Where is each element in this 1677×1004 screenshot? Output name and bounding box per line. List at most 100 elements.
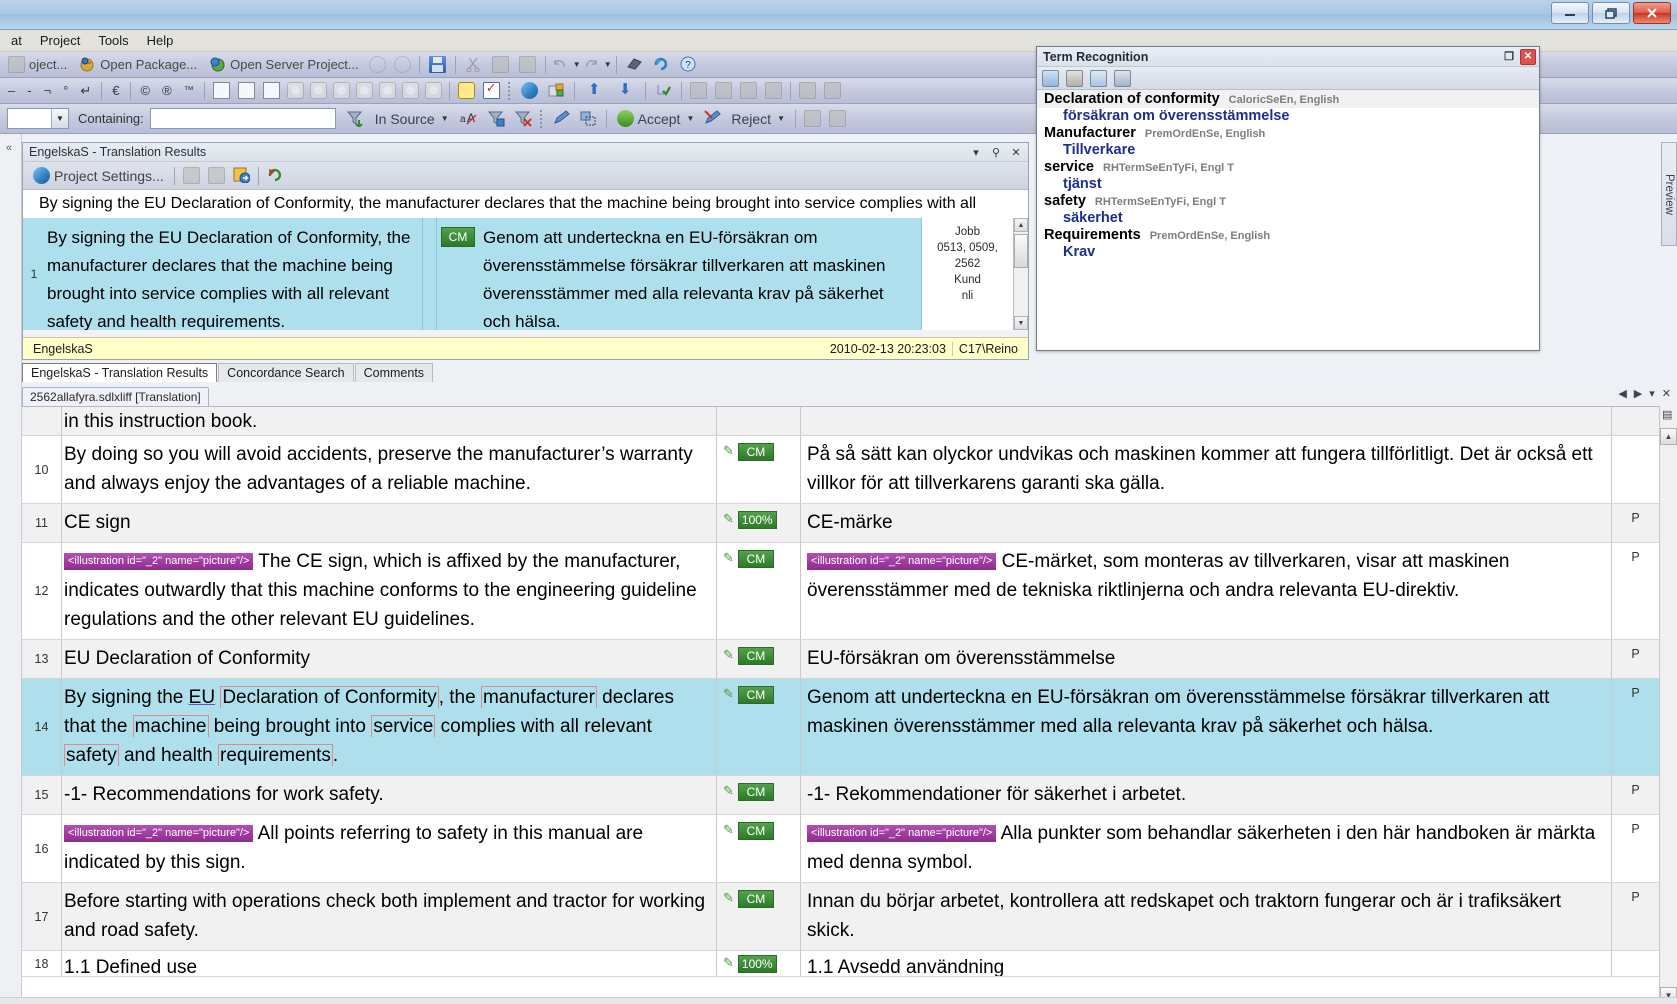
copy-source-to-target-icon[interactable]: [798, 82, 816, 99]
segment-source[interactable]: in this instruction book.: [62, 407, 717, 435]
tm-results-scrollbar[interactable]: ▲ ▼: [1013, 218, 1028, 330]
close-button[interactable]: [1633, 2, 1671, 24]
reject-caret-icon[interactable]: ▼: [777, 114, 785, 123]
table-row[interactable]: 16 <illustration id="_2" name="picture"/…: [22, 815, 1659, 883]
term-target[interactable]: säkerhet: [1037, 210, 1539, 226]
scroll-tabs-left-icon[interactable]: ◀: [1618, 387, 1626, 400]
translation-memory-icon[interactable]: [520, 82, 538, 99]
toolbar-grip[interactable]: [539, 109, 544, 128]
toggle-formatting-tags-icon[interactable]: [457, 82, 475, 99]
tag-icon-1[interactable]: [286, 82, 304, 99]
segment-target[interactable]: -1- Rekommendationer för säkerhet i arbe…: [801, 776, 1611, 814]
menu-item-format[interactable]: at: [2, 31, 31, 50]
char-degree[interactable]: °: [57, 83, 74, 98]
term-entry-header[interactable]: Declaration of conformity CaloricSeEn, E…: [1037, 90, 1539, 108]
char-registered[interactable]: ®: [156, 83, 178, 98]
eraser-icon[interactable]: [626, 56, 643, 73]
unlock-segment-icon[interactable]: [764, 82, 782, 99]
next-change-icon[interactable]: [828, 110, 846, 127]
segment-source[interactable]: Before starting with operations check bo…: [62, 883, 717, 950]
editor-grid[interactable]: in this instruction book. 10 By doing so…: [22, 406, 1659, 1004]
containing-input[interactable]: [149, 108, 336, 129]
termbase-icon[interactable]: [1114, 69, 1131, 87]
char-copyright[interactable]: ©: [135, 83, 157, 98]
tab-concordance-search[interactable]: Concordance Search: [218, 363, 354, 382]
segment-target[interactable]: På så sätt kan olyckor undvikas och mask…: [801, 436, 1611, 503]
reject-change-icon[interactable]: [704, 110, 722, 127]
segment-source[interactable]: -1- Recommendations for work safety.: [62, 776, 717, 814]
clear-filter-icon[interactable]: [514, 110, 532, 127]
previous-change-icon[interactable]: [803, 110, 821, 127]
segment-target[interactable]: <illustration id="_2" name="picture"/> C…: [801, 543, 1611, 639]
pin-panel-icon[interactable]: ⚲: [988, 144, 1004, 160]
close-panel-icon[interactable]: ✕: [1008, 144, 1024, 160]
table-row[interactable]: 13 EU Declaration of Conformity ✎ CM EU-…: [22, 640, 1659, 679]
term-target[interactable]: Krav: [1037, 244, 1539, 260]
segment-target[interactable]: 1.1 Avsedd användning: [801, 951, 1611, 976]
segment-target[interactable]: [801, 407, 1611, 435]
char-notsign[interactable]: ¬: [38, 83, 58, 98]
redo-dropdown-caret[interactable]: ▼: [604, 60, 612, 69]
document-tab-menu-icon[interactable]: ▾: [1649, 387, 1655, 400]
char-paragraph-return[interactable]: ↵: [74, 83, 97, 99]
open-package-button[interactable]: Open Package...: [73, 54, 203, 76]
scroll-up-icon[interactable]: ▲: [1660, 428, 1677, 445]
tab-comments[interactable]: Comments: [354, 363, 434, 382]
segment-target[interactable]: CE-märke: [801, 504, 1611, 542]
segment-list-icon[interactable]: ▤: [1662, 408, 1672, 421]
table-row[interactable]: 11 CE sign ✎ 100% CE-märke P: [22, 504, 1659, 543]
menu-item-help[interactable]: Help: [138, 31, 183, 50]
merge-segments-icon[interactable]: [689, 82, 707, 99]
undo-icon[interactable]: [552, 56, 569, 73]
in-source-button[interactable]: In Source ▼: [369, 108, 455, 130]
previous-match-icon[interactable]: [182, 167, 200, 184]
segment-source[interactable]: By signing the EU Declaration of Conform…: [62, 679, 717, 775]
next-segment-icon[interactable]: ⬇: [617, 82, 634, 99]
document-tab[interactable]: 2562allafyra.sdlxliff [Translation]: [22, 387, 209, 406]
confirm-segment-icon[interactable]: [655, 82, 672, 99]
paste-icon[interactable]: [518, 56, 536, 73]
term-entry-header[interactable]: Manufacturer PremOrdEnSe, English: [1037, 124, 1539, 142]
term-panel-restore-icon[interactable]: ❐: [1501, 49, 1517, 65]
help-icon[interactable]: ?: [680, 56, 697, 73]
left-panel-strip[interactable]: «: [0, 134, 22, 1004]
menu-item-project[interactable]: Project: [31, 31, 89, 50]
segment-target[interactable]: Innan du börjar arbetet, kontrollera att…: [801, 883, 1611, 950]
table-row[interactable]: 15 -1- Recommendations for work safety. …: [22, 776, 1659, 815]
apply-translation-icon[interactable]: [233, 167, 251, 184]
inline-tag[interactable]: <illustration id="_2" name="picture"/>: [64, 825, 254, 842]
accept-caret-icon[interactable]: ▼: [686, 114, 694, 123]
scroll-down-icon[interactable]: ▼: [1014, 316, 1028, 330]
split-segment-icon[interactable]: [714, 82, 732, 99]
segment-source[interactable]: 1.1 Defined use: [62, 951, 717, 976]
inline-tag[interactable]: <illustration id="_2" name="picture"/>: [64, 553, 254, 570]
table-row[interactable]: 10 By doing so you will avoid accidents,…: [22, 436, 1659, 504]
term-entry-header[interactable]: service RHTermSeEnTyFi, Engl T: [1037, 158, 1539, 176]
menu-item-tools[interactable]: Tools: [89, 31, 137, 50]
lock-segment-icon[interactable]: [739, 82, 757, 99]
term-entry-header[interactable]: safety RHTermSeEnTyFi, Engl T: [1037, 192, 1539, 210]
segment-source[interactable]: By doing so you will avoid accidents, pr…: [62, 436, 717, 503]
next-match-icon[interactable]: [207, 167, 225, 184]
verify-icon[interactable]: [482, 80, 500, 99]
tag-icon-7[interactable]: [424, 82, 442, 99]
char-hyphen[interactable]: -: [21, 83, 37, 98]
table-row[interactable]: 18 1.1 Defined use ✎ 100% 1.1 Avsedd anv…: [22, 951, 1659, 977]
segment-target[interactable]: EU-försäkran om överensstämmelse: [801, 640, 1611, 678]
clear-target-icon[interactable]: [823, 82, 841, 99]
filter-select[interactable]: ▼: [7, 108, 69, 129]
char-endash[interactable]: –: [2, 83, 21, 98]
segment-target[interactable]: Genom att underteckna en EU-försäkran om…: [801, 679, 1611, 775]
translation-memory-result-row[interactable]: 1 By signing the EU Declaration of Confo…: [23, 218, 1028, 330]
term-search-icon[interactable]: [1042, 69, 1059, 87]
quote-double-icon[interactable]: [237, 82, 255, 99]
chevron-down-icon[interactable]: ▼: [51, 109, 68, 128]
restore-button[interactable]: [1592, 2, 1630, 24]
lookup-again-icon[interactable]: [267, 167, 284, 184]
previous-segment-icon[interactable]: ⬆: [586, 82, 603, 99]
char-trademark[interactable]: ™: [178, 85, 200, 96]
scroll-up-icon[interactable]: ▲: [1014, 218, 1028, 232]
open-server-project-button[interactable]: Open Server Project...: [203, 54, 365, 76]
term-insert-icon[interactable]: [1066, 69, 1083, 87]
apply-filter-icon[interactable]: [487, 110, 505, 127]
